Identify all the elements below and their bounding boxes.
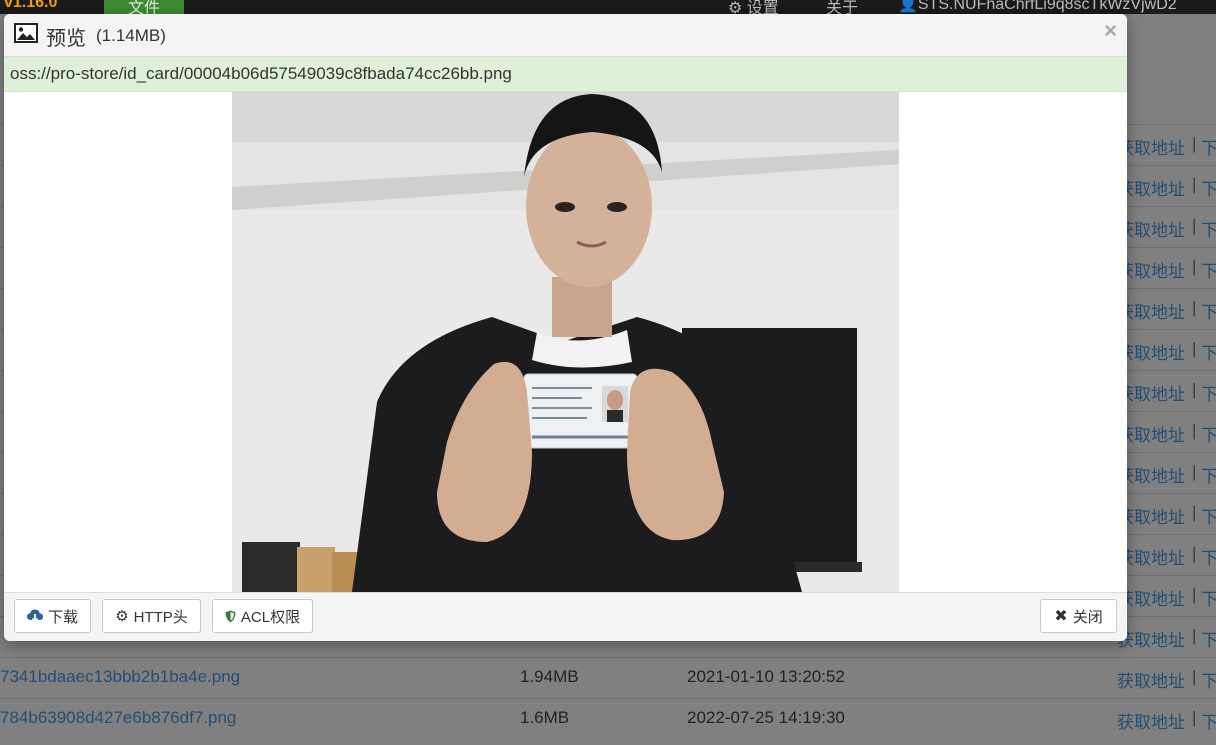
more-actions-link[interactable]: 下 xyxy=(1201,134,1216,159)
close-label: 关闭 xyxy=(1072,608,1103,626)
shield-icon xyxy=(225,610,236,622)
user-menu[interactable]: 👤STS.NUFhaChrfLi9q8scTkWzVjwD2 xyxy=(898,0,1177,14)
row-separator: | xyxy=(1192,380,1197,399)
object-path: oss://pro-store/id_card/00004b06d5754903… xyxy=(10,64,512,83)
table-row: 7341bdaaec13bbb2b1ba4e.png 1.94MB 2021-01-… xyxy=(0,657,1216,698)
row-separator: | xyxy=(1192,298,1197,317)
get-url-link[interactable]: 获取地址 xyxy=(1117,175,1185,200)
get-url-link[interactable]: 获取地址 xyxy=(1117,257,1185,282)
row-separator: | xyxy=(1192,216,1197,235)
row-separator: | xyxy=(1192,462,1197,481)
file-date-cell: 2022-07-25 14:19:30 xyxy=(687,708,845,727)
preview-area xyxy=(4,92,1127,592)
more-actions-link[interactable]: 下 xyxy=(1201,503,1216,528)
more-actions-link[interactable]: 下 xyxy=(1201,380,1216,405)
row-separator: | xyxy=(1192,339,1197,358)
more-actions-link[interactable]: 下 xyxy=(1201,298,1216,323)
acl-button[interactable]: ACL权限 xyxy=(212,599,313,633)
acl-label: ACL权限 xyxy=(240,608,301,626)
row-separator: | xyxy=(1192,134,1197,153)
gear-icon: ⚙ xyxy=(115,608,129,625)
file-date-cell: 2021-01-10 13:20:52 xyxy=(687,667,845,686)
http-headers-button[interactable]: ⚙ HTTP头 xyxy=(102,599,201,633)
download-button[interactable]: 下载 xyxy=(14,599,91,633)
get-url-link[interactable]: 获取地址 xyxy=(1117,503,1185,528)
get-url-link[interactable]: 获取地址 xyxy=(1117,462,1185,487)
file-name-link[interactable]: 784b63908d427e6b876df7.png xyxy=(0,708,236,728)
row-separator: | xyxy=(1192,585,1197,604)
get-url-link[interactable]: 获取地址 xyxy=(1117,667,1185,692)
preview-modal: 预览 (1.14MB) × oss://pro-store/id_card/00… xyxy=(4,14,1127,641)
more-actions-link[interactable]: 下 xyxy=(1201,339,1216,364)
more-actions-link[interactable]: 下 xyxy=(1201,544,1216,569)
more-actions-link[interactable]: 下 xyxy=(1201,667,1216,692)
more-actions-link[interactable]: 下 xyxy=(1201,421,1216,446)
row-separator: | xyxy=(1192,175,1197,194)
download-label: 下载 xyxy=(47,608,78,626)
more-actions-link[interactable]: 下 xyxy=(1201,257,1216,282)
get-url-link[interactable]: 获取地址 xyxy=(1117,134,1185,159)
close-icon[interactable]: × xyxy=(1104,18,1117,44)
get-url-link[interactable]: 获取地址 xyxy=(1117,708,1185,733)
row-separator: | xyxy=(1192,257,1197,276)
file-size-cell: 1.6MB xyxy=(520,708,570,727)
get-url-link[interactable]: 获取地址 xyxy=(1117,216,1185,241)
settings-link[interactable]: ⚙ 设置 xyxy=(728,0,779,14)
file-size-cell: 1.94MB xyxy=(520,667,579,686)
top-navbar: v1.16.0 文件 ⚙ 设置 关于 👤STS.NUFhaChrfLi9q8sc… xyxy=(0,0,1216,14)
table-row: 784b63908d427e6b876df7.png 1.6MB 2022-07-2… xyxy=(0,698,1216,739)
about-link[interactable]: 关于 xyxy=(826,0,858,14)
more-actions-link[interactable]: 下 xyxy=(1201,462,1216,487)
more-actions-link[interactable]: 下 xyxy=(1201,585,1216,610)
object-path-bar: oss://pro-store/id_card/00004b06d5754903… xyxy=(4,57,1127,92)
files-tab-label: 文件 xyxy=(127,0,160,14)
close-x-icon: ✖ xyxy=(1054,608,1068,625)
get-url-link[interactable]: 获取地址 xyxy=(1117,585,1185,610)
more-actions-link[interactable]: 下 xyxy=(1201,708,1216,733)
preview-image xyxy=(232,92,899,592)
modal-footer: 下载 ⚙ HTTP头 ACL权限 ✖ 关闭 xyxy=(4,592,1127,641)
row-separator: | xyxy=(1192,544,1197,563)
files-tab[interactable]: 文件 xyxy=(104,0,184,14)
get-url-link[interactable]: 获取地址 xyxy=(1117,298,1185,323)
file-size: (1.14MB) xyxy=(96,26,166,45)
close-button[interactable]: ✖ 关闭 xyxy=(1040,599,1117,633)
cloud-download-icon xyxy=(26,609,43,623)
get-url-link[interactable]: 获取地址 xyxy=(1117,544,1185,569)
image-icon xyxy=(14,23,38,43)
more-actions-link[interactable]: 下 xyxy=(1201,626,1216,651)
file-name-link[interactable]: 7341bdaaec13bbb2b1ba4e.png xyxy=(0,667,240,687)
get-url-link[interactable]: 获取地址 xyxy=(1117,626,1185,651)
get-url-link[interactable]: 获取地址 xyxy=(1117,421,1185,446)
http-headers-label: HTTP头 xyxy=(133,608,188,626)
modal-header: 预览 (1.14MB) × xyxy=(4,14,1127,57)
version-label: v1.16.0 xyxy=(4,0,58,11)
row-separator: | xyxy=(1192,421,1197,440)
row-separator: | xyxy=(1192,503,1197,522)
modal-title: 预览 xyxy=(46,28,86,50)
user-name: STS.NUFhaChrfLi9q8scTkWzVjwD2 xyxy=(917,0,1177,13)
row-separator: | xyxy=(1192,667,1197,686)
get-url-link[interactable]: 获取地址 xyxy=(1117,339,1185,364)
more-actions-link[interactable]: 下 xyxy=(1201,175,1216,200)
row-separator: | xyxy=(1192,708,1197,727)
settings-label: 设置 xyxy=(746,0,779,14)
more-actions-link[interactable]: 下 xyxy=(1201,216,1216,241)
get-url-link[interactable]: 获取地址 xyxy=(1117,380,1185,405)
row-separator: | xyxy=(1192,626,1197,645)
